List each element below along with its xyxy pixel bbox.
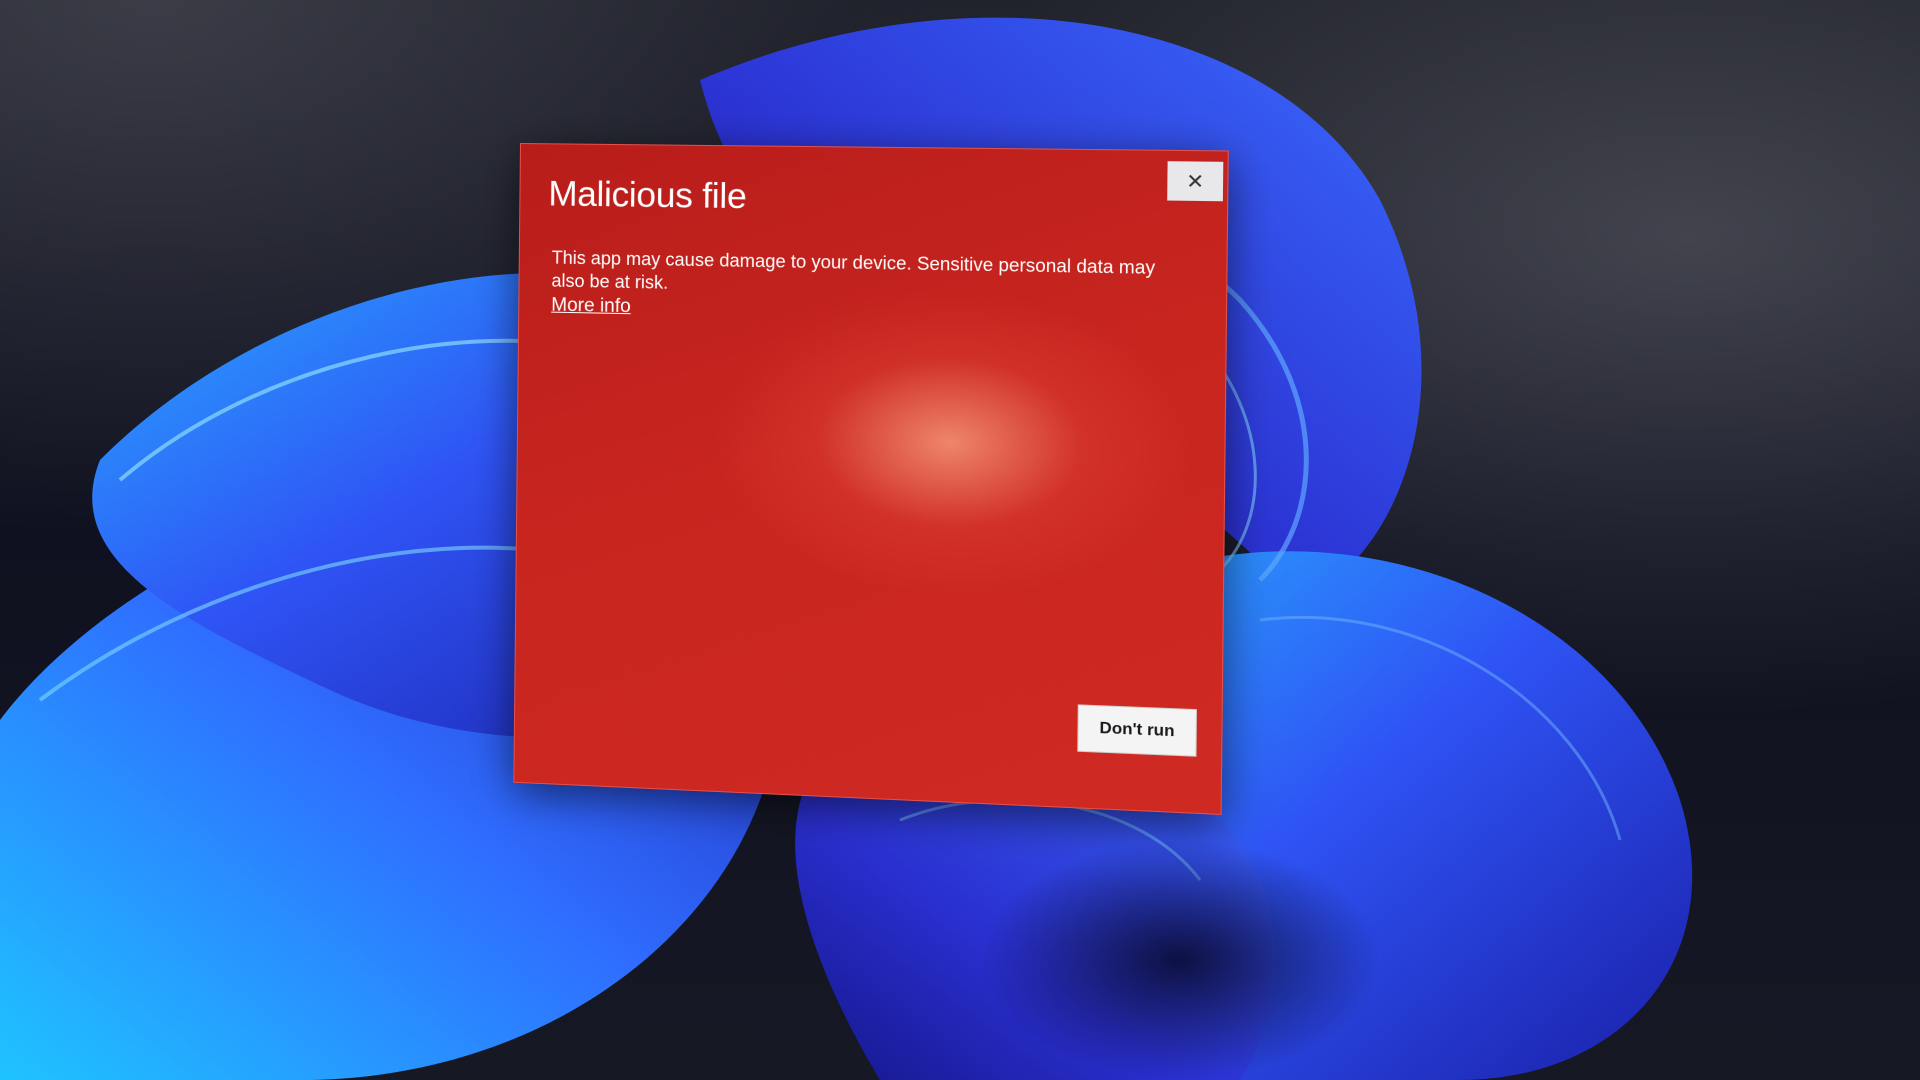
desktop: ✕ Malicious file This app may cause dama…: [0, 0, 1920, 1080]
dont-run-button[interactable]: Don't run: [1077, 704, 1197, 757]
dialog-title: Malicious file: [548, 174, 747, 217]
dialog-message: This app may cause damage to your device…: [551, 247, 1156, 293]
close-button[interactable]: ✕: [1167, 161, 1224, 202]
close-icon: ✕: [1186, 170, 1205, 194]
more-info-link[interactable]: More info: [551, 295, 631, 319]
malicious-file-dialog: ✕ Malicious file This app may cause dama…: [513, 143, 1229, 815]
